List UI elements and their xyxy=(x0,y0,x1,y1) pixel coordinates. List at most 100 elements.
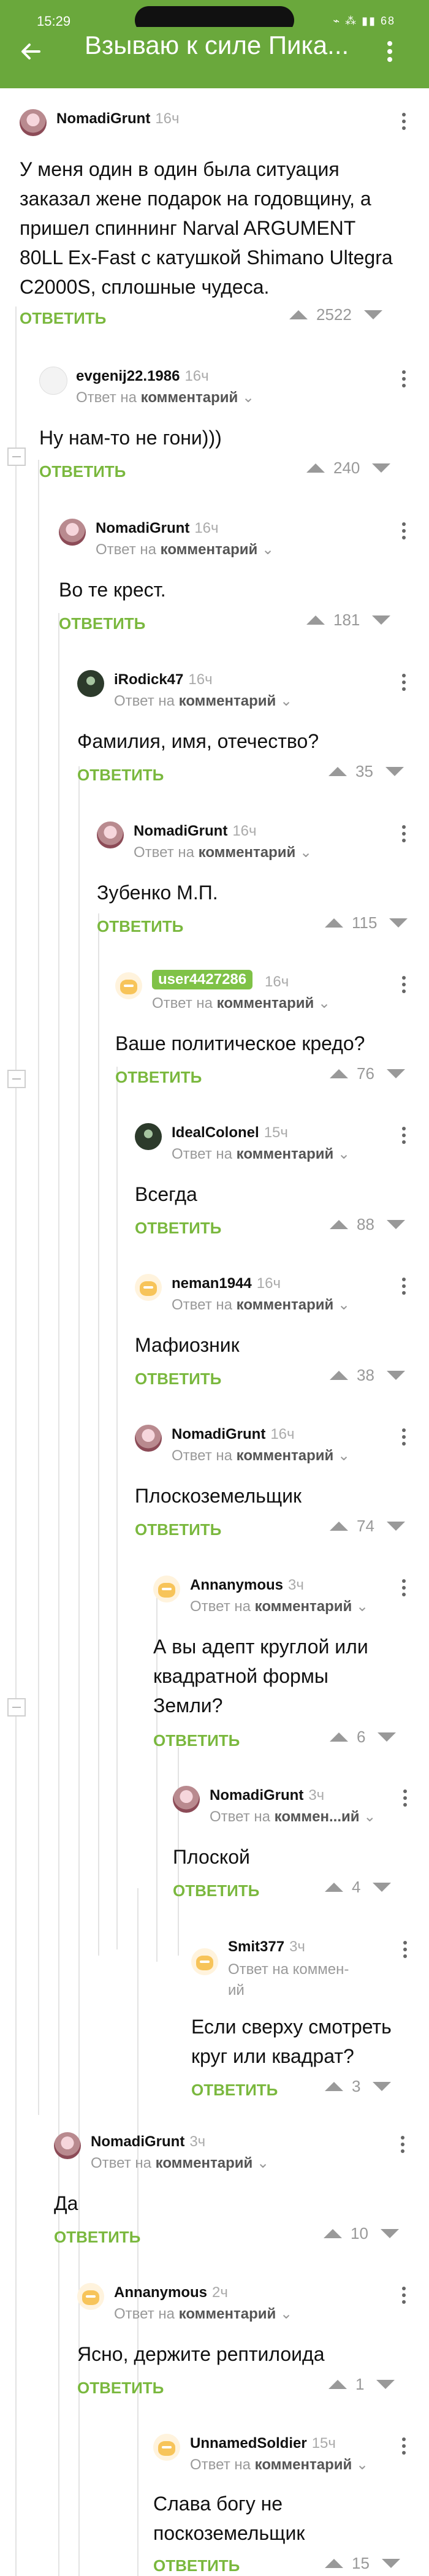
collapse-thread-button[interactable] xyxy=(7,1698,26,1717)
downvote-icon[interactable] xyxy=(372,615,391,625)
reply-to-link[interactable]: Ответ на комментарий ⌄ xyxy=(134,844,312,861)
reply-button[interactable]: ОТВЕТИТЬ xyxy=(135,1219,221,1238)
reply-button[interactable]: ОТВЕТИТЬ xyxy=(77,2379,164,2398)
comment-username[interactable]: UnnamedSoldier 15ч xyxy=(190,2435,336,2452)
comment-menu-icon[interactable] xyxy=(402,825,406,842)
downvote-icon[interactable] xyxy=(373,2082,392,2091)
reply-button[interactable]: ОТВЕТИТЬ xyxy=(153,1731,240,1750)
avatar[interactable] xyxy=(153,1576,180,1602)
reply-to-link[interactable]: Ответ на комментарий ⌄ xyxy=(114,2305,292,2323)
reply-button[interactable]: ОТВЕТИТЬ xyxy=(97,917,183,936)
upvote-icon[interactable] xyxy=(289,310,308,319)
comment-menu-icon[interactable] xyxy=(402,2437,406,2455)
avatar[interactable] xyxy=(39,367,67,395)
avatar[interactable] xyxy=(54,2132,81,2159)
comment-username[interactable]: NomadiGrunt 16ч xyxy=(96,520,219,537)
upvote-icon[interactable] xyxy=(325,2082,343,2091)
comment-menu-icon[interactable] xyxy=(402,1428,406,1446)
comment-menu-icon[interactable] xyxy=(402,522,406,539)
comment-menu-icon[interactable] xyxy=(402,1579,406,1596)
reply-button[interactable]: ОТВЕТИТЬ xyxy=(135,1520,221,1539)
comment-username[interactable]: NomadiGrunt 3ч xyxy=(210,1787,324,1804)
comment-username[interactable]: Annanymous 3ч xyxy=(190,1577,304,1594)
comment-username[interactable]: IdealColonel 15ч xyxy=(172,1124,288,1141)
reply-to-link[interactable]: Ответ на коммен-ий xyxy=(228,1959,349,2001)
reply-to-link[interactable]: Ответ на комментарий ⌄ xyxy=(190,2456,368,2474)
avatar[interactable] xyxy=(173,1786,200,1813)
reply-button[interactable]: ОТВЕТИТЬ xyxy=(59,614,145,633)
reply-to-link[interactable]: Ответ на комментарий ⌄ xyxy=(91,2154,269,2172)
avatar[interactable] xyxy=(135,1123,162,1150)
downvote-icon[interactable] xyxy=(363,310,382,319)
reply-to-link[interactable]: Ответ на комментарий ⌄ xyxy=(114,692,292,710)
reply-button[interactable]: ОТВЕТИТЬ xyxy=(153,2556,240,2575)
upvote-icon[interactable] xyxy=(325,2559,343,2568)
upvote-icon[interactable] xyxy=(330,1069,348,1078)
comment-menu-icon[interactable] xyxy=(402,1127,406,1144)
comment-menu-icon[interactable] xyxy=(401,2136,404,2153)
downvote-icon[interactable] xyxy=(385,767,404,776)
comment-username[interactable]: NomadiGrunt 16ч xyxy=(56,110,180,128)
avatar[interactable] xyxy=(191,1948,218,1975)
reply-to-link[interactable]: Ответ на комментарий ⌄ xyxy=(76,389,254,406)
more-options-icon[interactable] xyxy=(384,39,396,64)
comment-username[interactable]: neman1944 16ч xyxy=(172,1275,281,1292)
comment-username[interactable]: Annanymous 2ч xyxy=(114,2284,228,2301)
downvote-icon[interactable] xyxy=(372,463,391,473)
upvote-icon[interactable] xyxy=(324,2229,342,2238)
comment-menu-icon[interactable] xyxy=(402,2287,406,2304)
avatar[interactable] xyxy=(20,109,47,136)
downvote-icon[interactable] xyxy=(373,1883,392,1892)
comment-username[interactable]: user4427286 xyxy=(152,970,253,989)
reply-to-link[interactable]: Ответ на комментарий ⌄ xyxy=(152,994,330,1012)
comment-menu-icon[interactable] xyxy=(403,1789,407,1807)
comment-menu-icon[interactable] xyxy=(402,976,406,993)
comment-menu-icon[interactable] xyxy=(402,674,406,691)
reply-button[interactable]: ОТВЕТИТЬ xyxy=(54,2228,140,2247)
reply-button[interactable]: ОТВЕТИТЬ xyxy=(115,1068,202,1087)
upvote-icon[interactable] xyxy=(330,1522,348,1531)
downvote-icon[interactable] xyxy=(381,2559,400,2568)
reply-to-link[interactable]: Ответ на комментарий ⌄ xyxy=(172,1145,350,1163)
upvote-icon[interactable] xyxy=(325,1883,343,1892)
upvote-icon[interactable] xyxy=(330,1732,348,1742)
collapse-thread-button[interactable] xyxy=(7,448,26,466)
collapse-thread-button[interactable] xyxy=(7,1070,26,1088)
comment-username[interactable]: iRodick47 16ч xyxy=(114,671,213,688)
upvote-icon[interactable] xyxy=(330,1371,348,1380)
downvote-icon[interactable] xyxy=(386,1522,405,1531)
avatar[interactable] xyxy=(135,1274,162,1301)
reply-to-link[interactable]: Ответ на комментарий ⌄ xyxy=(190,1598,368,1615)
upvote-icon[interactable] xyxy=(328,767,347,776)
reply-button[interactable]: ОТВЕТИТЬ xyxy=(173,1881,259,1900)
comment-menu-icon[interactable] xyxy=(402,113,406,130)
comment-username[interactable]: NomadiGrunt 16ч xyxy=(134,823,257,840)
downvote-icon[interactable] xyxy=(376,2380,395,2389)
comment-username[interactable]: NomadiGrunt 16ч xyxy=(172,1426,295,1443)
downvote-icon[interactable] xyxy=(386,1069,405,1078)
avatar[interactable] xyxy=(135,1425,162,1452)
reply-to-link[interactable]: Ответ на коммен...ий ⌄ xyxy=(210,1808,376,1826)
upvote-icon[interactable] xyxy=(328,2380,347,2389)
avatar[interactable] xyxy=(115,972,142,999)
upvote-icon[interactable] xyxy=(306,463,325,473)
reply-button[interactable]: ОТВЕТИТЬ xyxy=(20,309,106,328)
avatar[interactable] xyxy=(97,821,124,848)
downvote-icon[interactable] xyxy=(380,2229,399,2238)
comment-username[interactable]: Smit377 3ч xyxy=(228,1938,305,1956)
comment-username[interactable]: evgenij22.1986 16ч xyxy=(76,368,209,385)
comment-menu-icon[interactable] xyxy=(402,370,406,387)
comment-username[interactable]: NomadiGrunt 3ч xyxy=(91,2133,205,2151)
comment-menu-icon[interactable] xyxy=(402,1278,406,1295)
reply-to-link[interactable]: Ответ на комментарий ⌄ xyxy=(96,541,274,558)
upvote-icon[interactable] xyxy=(325,918,343,928)
avatar[interactable] xyxy=(59,519,86,546)
reply-button[interactable]: ОТВЕТИТЬ xyxy=(191,2081,278,2100)
upvote-icon[interactable] xyxy=(306,615,325,625)
reply-button[interactable]: ОТВЕТИТЬ xyxy=(39,462,126,481)
downvote-icon[interactable] xyxy=(378,1732,397,1742)
back-arrow-icon[interactable] xyxy=(18,39,43,64)
reply-to-link[interactable]: Ответ на комментарий ⌄ xyxy=(172,1296,350,1314)
avatar[interactable] xyxy=(77,670,104,697)
reply-button[interactable]: ОТВЕТИТЬ xyxy=(135,1370,221,1389)
